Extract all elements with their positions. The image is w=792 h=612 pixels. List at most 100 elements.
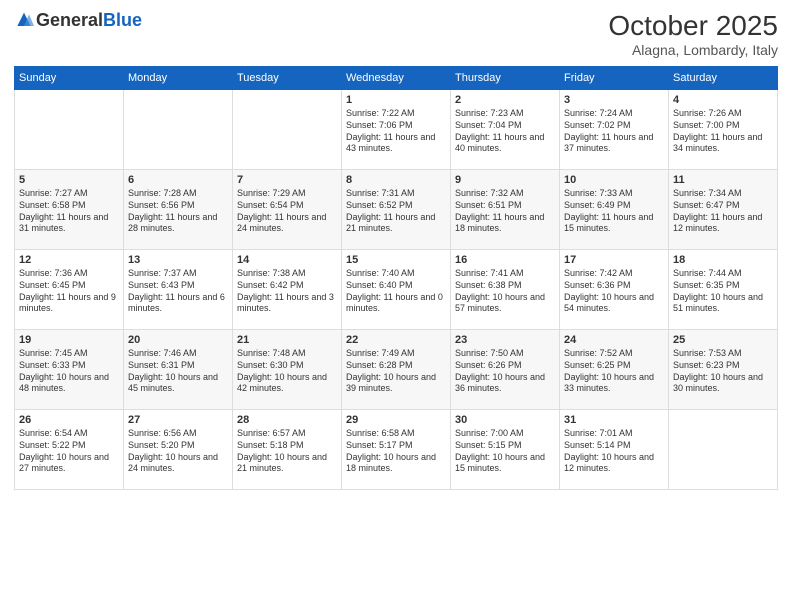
day-number: 6 [128,173,228,187]
calendar-cell: 31Sunrise: 7:01 AM Sunset: 5:14 PM Dayli… [560,410,669,490]
calendar-cell: 14Sunrise: 7:38 AM Sunset: 6:42 PM Dayli… [233,250,342,330]
logo-blue: Blue [103,10,142,31]
weekday-header: Friday [560,67,669,90]
day-number: 26 [19,413,119,427]
day-number: 10 [564,173,664,187]
calendar-cell: 1Sunrise: 7:22 AM Sunset: 7:06 PM Daylig… [342,90,451,170]
calendar-cell: 10Sunrise: 7:33 AM Sunset: 6:49 PM Dayli… [560,170,669,250]
day-number: 1 [346,93,446,107]
calendar-cell: 24Sunrise: 7:52 AM Sunset: 6:25 PM Dayli… [560,330,669,410]
day-info: Sunrise: 7:45 AM Sunset: 6:33 PM Dayligh… [19,348,119,395]
day-info: Sunrise: 6:56 AM Sunset: 5:20 PM Dayligh… [128,428,228,475]
calendar-cell: 11Sunrise: 7:34 AM Sunset: 6:47 PM Dayli… [669,170,778,250]
calendar-cell: 18Sunrise: 7:44 AM Sunset: 6:35 PM Dayli… [669,250,778,330]
calendar-cell: 5Sunrise: 7:27 AM Sunset: 6:58 PM Daylig… [15,170,124,250]
day-number: 22 [346,333,446,347]
day-info: Sunrise: 7:24 AM Sunset: 7:02 PM Dayligh… [564,108,664,155]
day-number: 12 [19,253,119,267]
calendar-cell: 7Sunrise: 7:29 AM Sunset: 6:54 PM Daylig… [233,170,342,250]
weekday-header: Sunday [15,67,124,90]
calendar-cell: 13Sunrise: 7:37 AM Sunset: 6:43 PM Dayli… [124,250,233,330]
day-info: Sunrise: 7:34 AM Sunset: 6:47 PM Dayligh… [673,188,773,235]
weekday-header: Tuesday [233,67,342,90]
logo-general: General [36,10,103,31]
day-number: 5 [19,173,119,187]
calendar-cell: 6Sunrise: 7:28 AM Sunset: 6:56 PM Daylig… [124,170,233,250]
calendar-cell [233,90,342,170]
weekday-header: Saturday [669,67,778,90]
day-info: Sunrise: 7:44 AM Sunset: 6:35 PM Dayligh… [673,268,773,315]
weekday-header: Thursday [451,67,560,90]
day-info: Sunrise: 7:37 AM Sunset: 6:43 PM Dayligh… [128,268,228,315]
calendar-cell: 23Sunrise: 7:50 AM Sunset: 6:26 PM Dayli… [451,330,560,410]
calendar-cell: 17Sunrise: 7:42 AM Sunset: 6:36 PM Dayli… [560,250,669,330]
calendar-cell: 27Sunrise: 6:56 AM Sunset: 5:20 PM Dayli… [124,410,233,490]
month-title: October 2025 [608,10,778,42]
weekday-header-row: SundayMondayTuesdayWednesdayThursdayFrid… [15,67,778,90]
calendar-week-row: 5Sunrise: 7:27 AM Sunset: 6:58 PM Daylig… [15,170,778,250]
day-number: 11 [673,173,773,187]
day-number: 8 [346,173,446,187]
day-info: Sunrise: 7:33 AM Sunset: 6:49 PM Dayligh… [564,188,664,235]
calendar-week-row: 26Sunrise: 6:54 AM Sunset: 5:22 PM Dayli… [15,410,778,490]
day-info: Sunrise: 7:28 AM Sunset: 6:56 PM Dayligh… [128,188,228,235]
day-info: Sunrise: 6:54 AM Sunset: 5:22 PM Dayligh… [19,428,119,475]
day-info: Sunrise: 7:36 AM Sunset: 6:45 PM Dayligh… [19,268,119,315]
day-number: 31 [564,413,664,427]
day-info: Sunrise: 7:38 AM Sunset: 6:42 PM Dayligh… [237,268,337,315]
day-info: Sunrise: 7:23 AM Sunset: 7:04 PM Dayligh… [455,108,555,155]
header: GeneralBlue October 2025 Alagna, Lombard… [14,10,778,58]
day-info: Sunrise: 7:01 AM Sunset: 5:14 PM Dayligh… [564,428,664,475]
day-number: 13 [128,253,228,267]
calendar-cell: 22Sunrise: 7:49 AM Sunset: 6:28 PM Dayli… [342,330,451,410]
day-number: 4 [673,93,773,107]
calendar-cell: 28Sunrise: 6:57 AM Sunset: 5:18 PM Dayli… [233,410,342,490]
day-info: Sunrise: 7:29 AM Sunset: 6:54 PM Dayligh… [237,188,337,235]
day-number: 15 [346,253,446,267]
calendar-cell: 21Sunrise: 7:48 AM Sunset: 6:30 PM Dayli… [233,330,342,410]
day-info: Sunrise: 7:49 AM Sunset: 6:28 PM Dayligh… [346,348,446,395]
logo-text: GeneralBlue [14,10,142,31]
calendar-cell: 8Sunrise: 7:31 AM Sunset: 6:52 PM Daylig… [342,170,451,250]
calendar-cell [124,90,233,170]
calendar-cell: 29Sunrise: 6:58 AM Sunset: 5:17 PM Dayli… [342,410,451,490]
day-number: 7 [237,173,337,187]
calendar-cell: 20Sunrise: 7:46 AM Sunset: 6:31 PM Dayli… [124,330,233,410]
day-info: Sunrise: 7:53 AM Sunset: 6:23 PM Dayligh… [673,348,773,395]
day-info: Sunrise: 7:41 AM Sunset: 6:38 PM Dayligh… [455,268,555,315]
calendar-cell: 26Sunrise: 6:54 AM Sunset: 5:22 PM Dayli… [15,410,124,490]
day-number: 27 [128,413,228,427]
logo: GeneralBlue [14,10,142,31]
calendar-cell: 16Sunrise: 7:41 AM Sunset: 6:38 PM Dayli… [451,250,560,330]
calendar-cell: 30Sunrise: 7:00 AM Sunset: 5:15 PM Dayli… [451,410,560,490]
day-info: Sunrise: 7:50 AM Sunset: 6:26 PM Dayligh… [455,348,555,395]
calendar-week-row: 1Sunrise: 7:22 AM Sunset: 7:06 PM Daylig… [15,90,778,170]
day-number: 14 [237,253,337,267]
day-info: Sunrise: 7:52 AM Sunset: 6:25 PM Dayligh… [564,348,664,395]
day-info: Sunrise: 7:40 AM Sunset: 6:40 PM Dayligh… [346,268,446,315]
day-number: 2 [455,93,555,107]
calendar-week-row: 19Sunrise: 7:45 AM Sunset: 6:33 PM Dayli… [15,330,778,410]
day-number: 17 [564,253,664,267]
location: Alagna, Lombardy, Italy [608,42,778,58]
day-info: Sunrise: 7:31 AM Sunset: 6:52 PM Dayligh… [346,188,446,235]
calendar-cell [669,410,778,490]
calendar-cell: 19Sunrise: 7:45 AM Sunset: 6:33 PM Dayli… [15,330,124,410]
title-block: October 2025 Alagna, Lombardy, Italy [608,10,778,58]
day-number: 20 [128,333,228,347]
day-info: Sunrise: 7:42 AM Sunset: 6:36 PM Dayligh… [564,268,664,315]
day-info: Sunrise: 7:00 AM Sunset: 5:15 PM Dayligh… [455,428,555,475]
calendar-cell: 25Sunrise: 7:53 AM Sunset: 6:23 PM Dayli… [669,330,778,410]
calendar-week-row: 12Sunrise: 7:36 AM Sunset: 6:45 PM Dayli… [15,250,778,330]
day-info: Sunrise: 6:57 AM Sunset: 5:18 PM Dayligh… [237,428,337,475]
calendar-cell: 3Sunrise: 7:24 AM Sunset: 7:02 PM Daylig… [560,90,669,170]
day-number: 29 [346,413,446,427]
day-number: 18 [673,253,773,267]
calendar-cell: 9Sunrise: 7:32 AM Sunset: 6:51 PM Daylig… [451,170,560,250]
day-number: 24 [564,333,664,347]
day-number: 23 [455,333,555,347]
day-info: Sunrise: 7:22 AM Sunset: 7:06 PM Dayligh… [346,108,446,155]
logo-icon [14,11,34,31]
weekday-header: Wednesday [342,67,451,90]
day-info: Sunrise: 7:46 AM Sunset: 6:31 PM Dayligh… [128,348,228,395]
